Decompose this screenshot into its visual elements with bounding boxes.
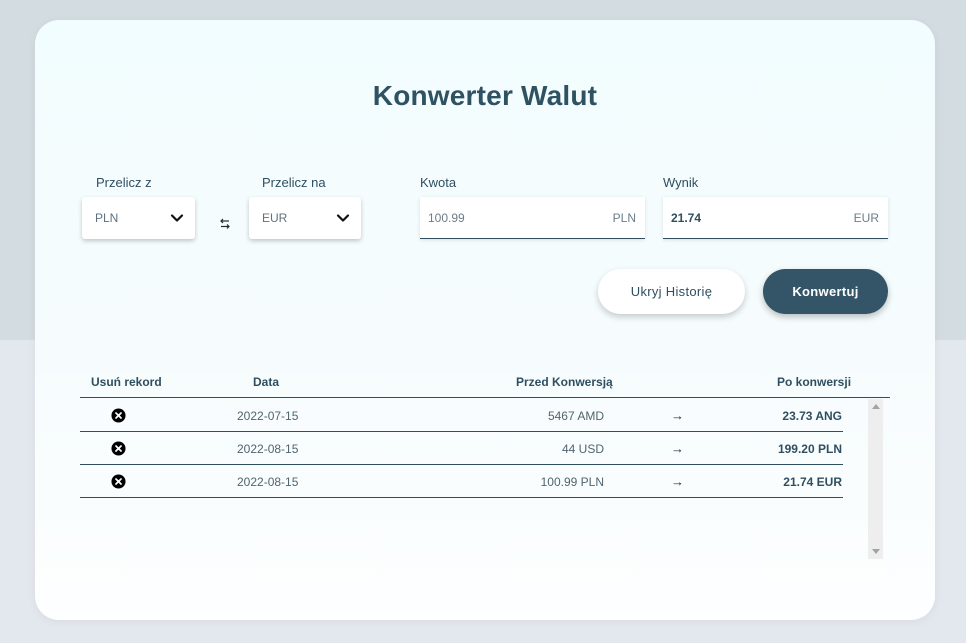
from-currency-select[interactable]: PLN (82, 197, 195, 239)
convert-button[interactable]: Konwertuj (763, 269, 888, 314)
result-value: 21.74 (671, 210, 702, 225)
header-after: Po konwersji (777, 375, 852, 389)
row-after: 21.74 EUR (783, 475, 842, 489)
table-row: 2022-08-15 44 USD → 199.20 PLN (80, 432, 843, 465)
header-divider (80, 397, 890, 398)
amount-value: 100.99 (428, 210, 465, 225)
result-label: Wynik (663, 175, 699, 190)
close-circle-icon[interactable] (111, 408, 126, 423)
row-date: 2022-08-15 (237, 475, 299, 489)
swap-icon[interactable] (218, 217, 232, 231)
from-label: Przelicz z (96, 175, 152, 190)
to-currency-value: EUR (262, 211, 288, 225)
result-field[interactable]: 21.74 EUR (663, 197, 888, 239)
amount-input[interactable]: 100.99 PLN (420, 197, 645, 239)
page-title: Konwerter Walut (372, 80, 598, 111)
to-currency-select[interactable]: EUR (249, 197, 361, 239)
scroll-down-arrow-icon[interactable] (872, 549, 880, 554)
arrow-right-icon: → (671, 474, 684, 489)
header-date: Data (253, 375, 280, 389)
row-date: 2022-07-15 (237, 409, 299, 423)
hide-history-button[interactable]: Ukryj Historię (598, 269, 745, 314)
row-after: 199.20 PLN (777, 442, 842, 456)
row-before: 5467 AMD (547, 409, 604, 423)
scroll-up-arrow-icon[interactable] (872, 404, 880, 409)
close-circle-icon[interactable] (111, 474, 126, 489)
header-delete: Usuń rekord (91, 375, 162, 389)
chevron-down-icon (170, 214, 184, 222)
table-row: 2022-07-15 5467 AMD → 23.73 ANG (80, 399, 843, 432)
to-label: Przelicz na (262, 175, 326, 190)
row-before: 100.99 PLN (540, 475, 604, 489)
converter-card: Konwerter Walut Przelicz z PLN Przelicz … (35, 20, 935, 620)
close-circle-icon[interactable] (111, 441, 126, 456)
arrow-right-icon: → (671, 408, 684, 423)
amount-label: Kwota (420, 175, 457, 190)
arrow-right-icon: → (671, 441, 684, 456)
row-date: 2022-08-15 (237, 442, 299, 456)
chevron-down-icon (336, 214, 350, 222)
table-row: 2022-08-15 100.99 PLN → 21.74 EUR (80, 465, 843, 498)
amount-currency: PLN (612, 210, 636, 225)
row-before: 44 USD (561, 442, 604, 456)
row-after: 23.73 ANG (782, 409, 842, 423)
result-currency: EUR (853, 210, 879, 225)
history-scrollbar[interactable] (868, 399, 883, 559)
header-before: Przed Konwersją (516, 375, 613, 389)
from-currency-value: PLN (95, 211, 119, 225)
